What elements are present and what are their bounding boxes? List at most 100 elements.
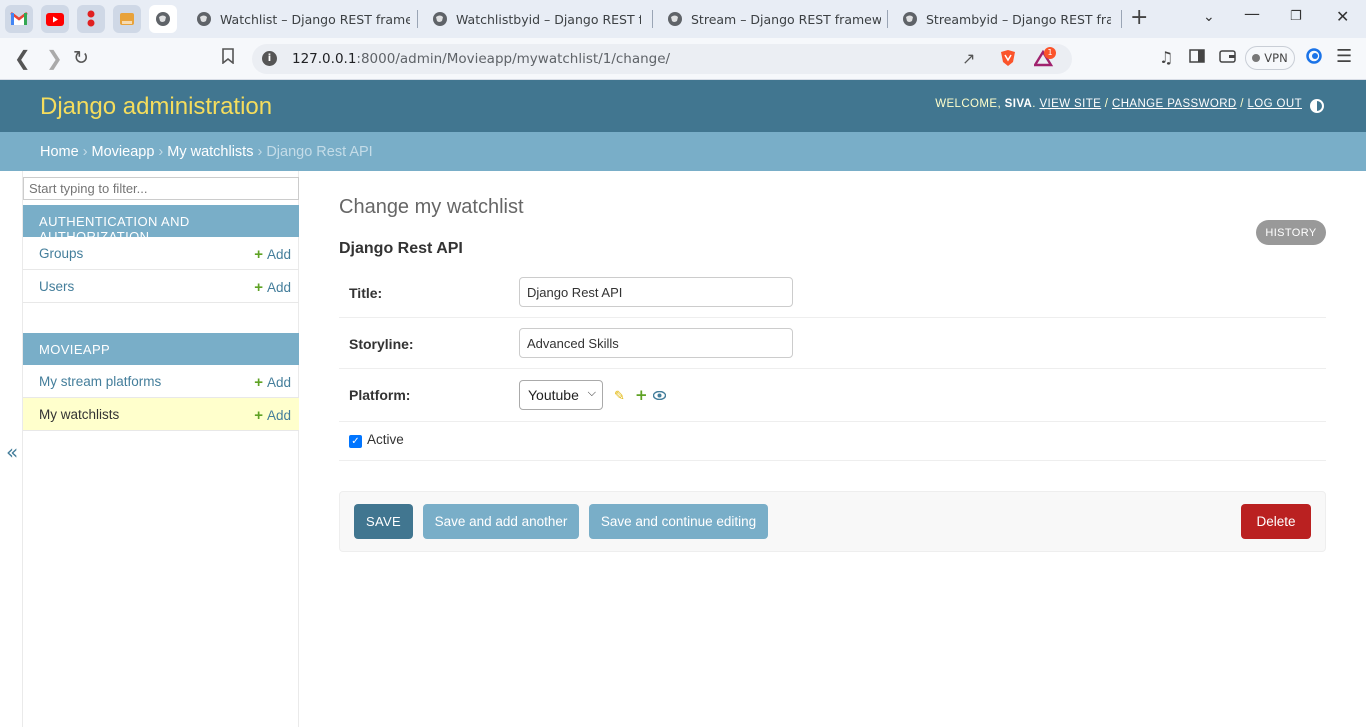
add-label: Add — [266, 408, 291, 423]
sidebar-item-stream-platforms: My stream platforms + Add — [23, 365, 299, 398]
gmail-pinned-tab[interactable] — [5, 5, 33, 33]
wallet-icon[interactable] — [1219, 48, 1236, 67]
address-bar[interactable]: i 127.0.0.1:8000/admin/Movieapp/mywatchl… — [252, 44, 1072, 74]
globe-icon — [668, 12, 682, 26]
add-users-link[interactable]: + Add — [254, 279, 291, 296]
module-caption-movieapp[interactable]: MOVIEAPP — [23, 333, 299, 365]
add-watchlists-link[interactable]: + Add — [254, 407, 291, 424]
chevron-down-icon: ⌵ — [587, 387, 596, 399]
add-groups-link[interactable]: + Add — [254, 246, 291, 263]
theme-toggle-icon[interactable] — [1310, 99, 1324, 113]
extension-icon[interactable] — [1306, 48, 1322, 68]
model-link-groups[interactable]: Groups — [39, 246, 83, 261]
brave-rewards-icon[interactable]: 1 — [1032, 47, 1056, 71]
tab-title: Watchlistbyid – Django REST framework — [456, 11, 641, 27]
page-title: Change my watchlist — [339, 196, 524, 218]
tab-title: Watchlist – Django REST framework — [220, 11, 410, 27]
site-branding[interactable]: Django administration — [40, 93, 272, 121]
vpn-button[interactable]: VPN — [1245, 46, 1295, 70]
app-icon — [120, 13, 134, 25]
red-dots-icon — [87, 10, 95, 27]
nav-filter-input[interactable] — [23, 177, 299, 200]
youtube-pinned-tab[interactable] — [41, 5, 69, 33]
storyline-input[interactable] — [519, 328, 793, 358]
add-icon: + — [254, 279, 263, 296]
form-row-title: Title: — [339, 268, 1326, 318]
title-input[interactable] — [519, 277, 793, 307]
globe-icon — [903, 12, 917, 26]
tab-streambyid[interactable]: Streambyid – Django REST framework — [902, 0, 1117, 38]
toggle-nav-sidebar-icon[interactable]: « — [6, 440, 18, 464]
tab-title: Streambyid – Django REST framework — [926, 11, 1111, 27]
tab-separator — [1121, 10, 1122, 28]
add-related-plus-icon[interactable]: + — [635, 386, 648, 404]
model-link-users[interactable]: Users — [39, 279, 74, 294]
breadcrumb-separator: › — [82, 144, 88, 160]
tab-stream[interactable]: Stream – Django REST framework — [667, 0, 882, 38]
new-tab-icon[interactable]: + — [1130, 7, 1148, 29]
rewards-badge: 1 — [1044, 47, 1056, 59]
breadcrumb: Home › Movieapp › My watchlists › Django Rest … — [0, 132, 1366, 171]
form-row-platform: Platform: Youtube ⌵ ✎ + — [339, 369, 1326, 422]
form-row-storyline: Storyline: — [339, 318, 1326, 369]
sidebar-item-users: Users + Add — [23, 270, 299, 303]
storyline-label: Storyline: — [349, 336, 414, 352]
active-pinned-tab[interactable] — [149, 5, 177, 33]
tab-watchlistbyid[interactable]: Watchlistbyid – Django REST framework — [432, 0, 647, 38]
add-icon: + — [254, 407, 263, 424]
site-info-icon[interactable]: i — [262, 51, 277, 66]
reload-icon[interactable]: ↻ — [73, 48, 89, 68]
platform-select[interactable]: Youtube ⌵ — [519, 380, 603, 410]
pinned-tab-4[interactable] — [113, 5, 141, 33]
add-stream-platforms-link[interactable]: + Add — [254, 374, 291, 391]
pinned-tab-3[interactable] — [77, 5, 105, 33]
youtube-icon — [46, 12, 64, 26]
forward-icon[interactable]: ❯ — [46, 48, 63, 68]
model-link-watchlists[interactable]: My watchlists — [39, 407, 119, 422]
vpn-label: VPN — [1264, 51, 1288, 65]
tab-separator — [887, 10, 888, 28]
save-and-continue-button[interactable]: Save and continue editing — [589, 504, 768, 539]
share-icon[interactable]: ↗ — [962, 49, 975, 68]
globe-icon — [156, 12, 170, 26]
globe-icon — [197, 12, 211, 26]
tab-search-chevron-icon[interactable]: ⌄ — [1203, 9, 1215, 25]
media-icon[interactable]: ♫ — [1159, 48, 1173, 67]
history-button[interactable]: HISTORY — [1256, 220, 1326, 245]
menu-icon[interactable]: ☰ — [1336, 46, 1352, 67]
globe-icon — [433, 12, 447, 26]
breadcrumb-app[interactable]: Movieapp — [92, 144, 155, 160]
tab-separator — [417, 10, 418, 28]
platform-label: Platform: — [349, 387, 411, 403]
minimize-icon[interactable]: — — [1244, 4, 1260, 23]
back-icon[interactable]: ❮ — [14, 48, 31, 68]
breadcrumb-separator: › — [158, 144, 164, 160]
view-related-eye-icon[interactable] — [652, 389, 667, 404]
tab-watchlist[interactable]: Watchlist – Django REST framework — [196, 0, 411, 38]
sidebar-toggle-icon[interactable] — [1189, 48, 1205, 67]
delete-button[interactable]: Delete — [1241, 504, 1311, 539]
breadcrumb-separator: › — [257, 144, 263, 160]
change-password-link[interactable]: CHANGE PASSWORD — [1112, 98, 1237, 110]
change-related-pencil-icon[interactable]: ✎ — [614, 389, 625, 404]
submit-row: SAVE Save and add another Save and conti… — [339, 491, 1326, 552]
active-label[interactable]: Active — [367, 432, 404, 447]
view-site-link[interactable]: VIEW SITE — [1039, 98, 1101, 110]
username: SIVA — [1004, 98, 1033, 110]
breadcrumb-home[interactable]: Home — [40, 144, 79, 160]
user-tools: WELCOME, SIVA. VIEW SITE / CHANGE PASSWO… — [935, 98, 1302, 110]
breadcrumb-model[interactable]: My watchlists — [167, 144, 253, 160]
active-checkbox[interactable]: ✓ — [349, 435, 362, 448]
platform-selected-value: Youtube — [528, 387, 579, 403]
bookmark-icon[interactable] — [222, 48, 234, 69]
breadcrumb-current: Django Rest API — [266, 144, 373, 160]
log-out-link[interactable]: LOG OUT — [1247, 98, 1302, 110]
add-label: Add — [266, 375, 291, 390]
close-window-icon[interactable]: ✕ — [1336, 7, 1349, 26]
save-button[interactable]: SAVE — [354, 504, 413, 539]
restore-icon[interactable]: ❐ — [1290, 9, 1302, 24]
save-and-add-another-button[interactable]: Save and add another — [423, 504, 579, 539]
brave-shield-icon[interactable] — [1000, 49, 1016, 71]
module-caption-auth[interactable]: AUTHENTICATION AND AUTHORIZATION — [23, 205, 299, 244]
model-link-stream-platforms[interactable]: My stream platforms — [39, 374, 161, 389]
